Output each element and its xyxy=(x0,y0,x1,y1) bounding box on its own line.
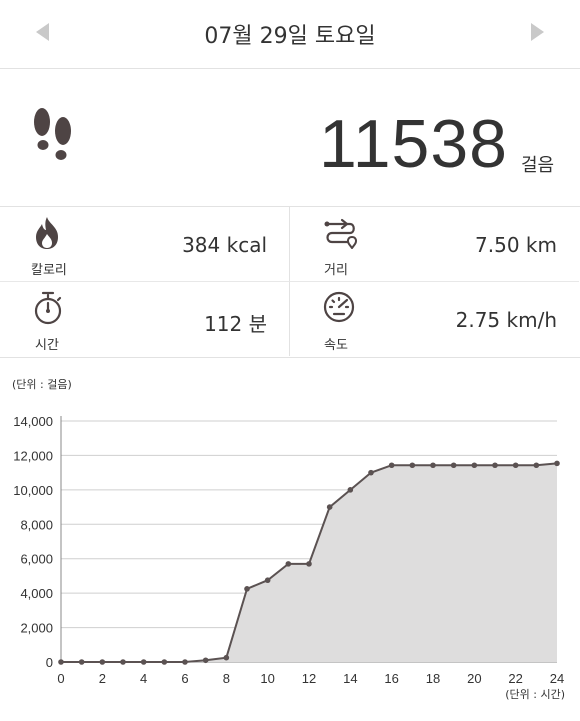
x-tick-label: 18 xyxy=(426,671,440,686)
calories-label: 칼로리 xyxy=(31,263,67,278)
x-tick-label: 2 xyxy=(99,671,106,686)
data-point xyxy=(409,462,416,469)
date-header: 07월 29일 토요일 xyxy=(0,0,580,69)
data-point xyxy=(78,659,85,665)
speed-value: 2.75 km/h xyxy=(455,308,557,332)
data-point xyxy=(223,654,230,661)
x-tick-label: 6 xyxy=(181,671,188,686)
next-day-arrow-icon[interactable] xyxy=(531,23,544,41)
date-title: 07월 29일 토요일 xyxy=(204,24,376,49)
x-tick-label: 4 xyxy=(140,671,147,686)
route-icon xyxy=(324,218,357,249)
y-tick-label: 0 xyxy=(46,655,53,670)
speedometer-icon xyxy=(323,291,355,323)
data-point xyxy=(285,561,292,567)
distance-label: 거리 xyxy=(324,263,348,278)
stopwatch-icon xyxy=(34,291,62,325)
y-tick-label: 2,000 xyxy=(20,621,53,636)
data-point xyxy=(182,659,188,665)
data-point xyxy=(244,586,250,592)
x-tick-label: 16 xyxy=(384,671,398,686)
speed-label: 속도 xyxy=(324,338,348,353)
data-point xyxy=(388,462,395,469)
calories-value: 384 kcal xyxy=(182,233,267,257)
data-point xyxy=(347,487,354,493)
x-tick-label: 24 xyxy=(550,671,564,686)
step-count: 11538 xyxy=(318,106,508,182)
hourly-steps-chart: (단위 : 걸음) 0 2,000 4,000 6,000 8,000 10,000 12,… xyxy=(0,358,580,721)
data-point xyxy=(554,460,560,467)
data-point xyxy=(264,577,271,584)
data-point xyxy=(450,462,457,469)
time-value: 112 분 xyxy=(204,312,267,336)
footprints-icon xyxy=(34,108,71,160)
flame-icon xyxy=(36,217,58,249)
y-tick-label: 14,000 xyxy=(13,414,53,429)
data-point xyxy=(140,659,147,665)
x-unit-label: (단위 : 시간) xyxy=(505,688,565,701)
steps-area-chart: 0 2,000 4,000 6,000 8,000 10,000 12,000 14,000 0… xyxy=(13,414,565,701)
x-tick-label: 14 xyxy=(343,671,357,686)
data-point xyxy=(326,504,333,510)
y-tick-label: 6,000 xyxy=(20,552,53,567)
x-tick-label: 0 xyxy=(57,671,64,686)
data-point xyxy=(471,462,478,469)
step-unit: 걸음 xyxy=(521,155,555,176)
y-tick-label: 12,000 xyxy=(13,448,53,463)
data-point xyxy=(430,462,436,469)
x-tick-label: 10 xyxy=(260,671,274,686)
activity-stats: 칼로리 384 kcal 거리 7.50 km 시간 112 분 속도 2.75… xyxy=(0,207,580,358)
data-point xyxy=(161,659,168,665)
data-point xyxy=(368,469,374,476)
x-tick-label: 22 xyxy=(508,671,522,686)
data-point xyxy=(120,659,126,665)
distance-stat: 거리 7.50 km xyxy=(290,207,579,282)
time-stat: 시간 112 분 xyxy=(0,282,290,356)
data-point xyxy=(306,561,312,567)
data-point xyxy=(533,462,540,469)
y-tick-label: 10,000 xyxy=(13,483,53,498)
x-tick-label: 20 xyxy=(467,671,481,686)
data-point xyxy=(58,659,64,665)
time-label: 시간 xyxy=(35,338,59,353)
y-tick-label: 4,000 xyxy=(20,586,53,601)
calories-stat: 칼로리 384 kcal xyxy=(0,207,290,282)
step-summary: 11538 걸음 xyxy=(0,69,580,207)
x-tick-label: 12 xyxy=(302,671,316,686)
data-point xyxy=(512,462,519,469)
distance-value: 7.50 km xyxy=(475,233,557,257)
x-tick-label: 8 xyxy=(223,671,230,686)
data-point xyxy=(202,657,209,664)
data-point xyxy=(492,462,498,469)
y-tick-label: 8,000 xyxy=(20,517,53,532)
data-point xyxy=(99,659,106,665)
speed-stat: 속도 2.75 km/h xyxy=(290,282,579,356)
